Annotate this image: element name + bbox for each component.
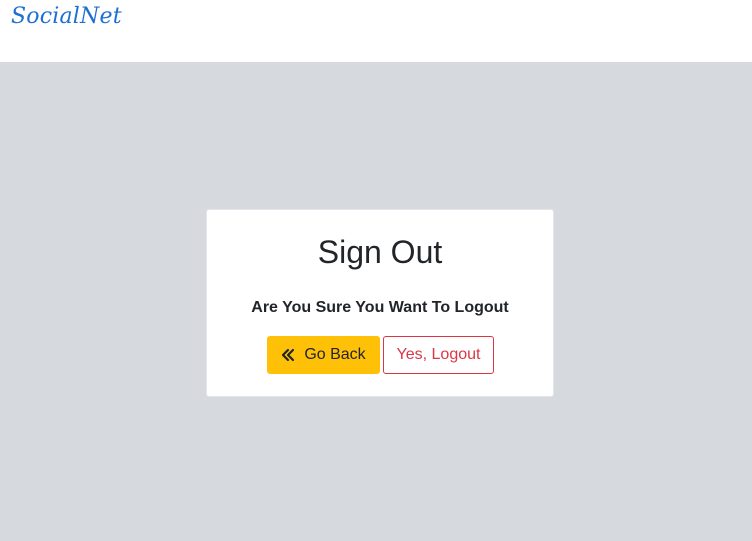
- yes-logout-button[interactable]: Yes, Logout: [383, 336, 494, 374]
- page-title: Sign Out: [317, 234, 443, 270]
- logout-confirmation-message: Are You Sure You Want To Logout: [251, 299, 509, 316]
- navbar: SocialNet: [0, 0, 752, 62]
- go-back-label: Go Back: [304, 346, 366, 363]
- angle-double-left-icon: [281, 348, 295, 362]
- go-back-button[interactable]: Go Back: [267, 336, 380, 374]
- yes-logout-label: Yes, Logout: [396, 346, 481, 363]
- sign-out-card: Sign Out Are You Sure You Want To Logout…: [206, 209, 554, 397]
- brand-logo-link[interactable]: SocialNet: [11, 4, 122, 29]
